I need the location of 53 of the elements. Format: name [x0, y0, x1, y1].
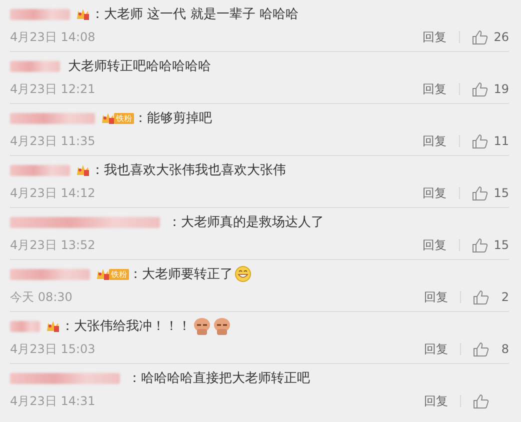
like-count: 19: [494, 82, 509, 96]
reply-link[interactable]: 回复: [424, 340, 448, 358]
sticker-emoji-icon: [193, 317, 211, 335]
thumbs-up-icon[interactable]: [473, 290, 489, 304]
thumbs-up-icon[interactable]: [472, 186, 488, 200]
comment-text: ：大张伟给我冲！！！: [61, 318, 191, 335]
like-count: 26: [494, 30, 509, 44]
thumbs-up-icon[interactable]: [473, 342, 489, 356]
like-count: 15: [494, 186, 509, 200]
fan-badge: 铁粉: [114, 112, 134, 124]
thumbs-up-icon[interactable]: [472, 238, 488, 252]
reply-link[interactable]: 回复: [422, 28, 447, 46]
blurred-username: [10, 8, 70, 20]
blurred-username: [10, 60, 60, 72]
grin-emoji-icon: [235, 266, 251, 282]
thumbs-up-icon[interactable]: [472, 82, 488, 96]
comment-text: ：大老师 这一代 就是一辈子 哈哈哈: [91, 6, 298, 23]
reply-link[interactable]: 回复: [422, 132, 447, 150]
comment-time: 4月23日 11:35: [10, 132, 96, 150]
comment-text: ：大老师要转正了: [129, 266, 233, 283]
comment-time: 4月23日 15:03: [10, 340, 96, 358]
like-count: 8: [500, 342, 509, 356]
crown-badge-icon: [101, 112, 115, 124]
like-count: 11: [494, 134, 509, 148]
reply-link[interactable]: 回复: [422, 80, 447, 98]
crown-badge-icon: [46, 320, 60, 332]
reply-link[interactable]: 回复: [424, 288, 448, 306]
thumbs-up-icon[interactable]: [472, 30, 488, 44]
comment-text: ：大老师真的是救场达人了: [168, 214, 324, 231]
crown-badge-icon: [96, 268, 110, 280]
comment-time: 4月23日 14:08: [10, 28, 96, 46]
blurred-username: [10, 320, 40, 332]
comment-time: 4月23日 14:31: [10, 392, 96, 410]
comment-text: 大老师转正吧哈哈哈哈哈: [68, 58, 211, 75]
like-count: 15: [494, 238, 509, 252]
fan-badge: 铁粉: [109, 268, 129, 280]
reply-link[interactable]: 回复: [422, 236, 447, 254]
reply-link[interactable]: 回复: [424, 392, 448, 410]
comment-time: 4月23日 13:52: [10, 236, 96, 254]
comment-text: ：我也喜欢大张伟我也喜欢大张伟: [91, 162, 286, 179]
sticker-emoji-icon: [213, 317, 231, 335]
comment-time: 今天 08:30: [10, 288, 72, 306]
comment-text: ：能够剪掉吧: [134, 110, 212, 127]
comment-time: 4月23日 12:21: [10, 80, 96, 98]
thumbs-up-icon[interactable]: [472, 134, 488, 148]
thumbs-up-icon[interactable]: [473, 394, 489, 408]
crown-badge-icon: [76, 8, 90, 20]
reply-link[interactable]: 回复: [422, 184, 447, 202]
blurred-username: [10, 164, 70, 176]
comment-time: 4月23日 14:12: [10, 184, 96, 202]
comment-text: ：哈哈哈哈直接把大老师转正吧: [128, 370, 310, 387]
like-count: 2: [500, 290, 509, 304]
crown-badge-icon: [76, 164, 90, 176]
